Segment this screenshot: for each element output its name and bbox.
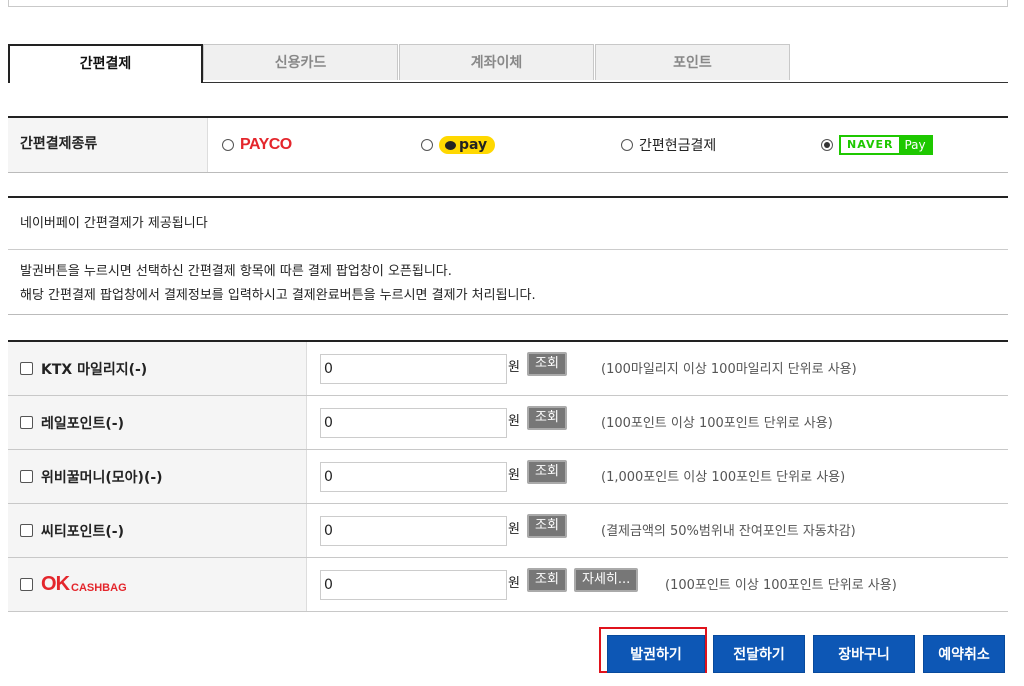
payment-tabs: 간편결제 신용카드 계좌이체 포인트 — [8, 44, 1008, 83]
citi-point-label-cell: 씨티포인트(-) — [8, 504, 307, 557]
wibee-money-query-button[interactable]: 조회 — [527, 460, 567, 484]
okcashbag-input[interactable] — [320, 570, 507, 600]
payco-logo: PAYCO — [240, 136, 292, 153]
okcashbag-logo-o: O — [41, 573, 57, 595]
notice-instructions: 발권버튼을 누르시면 선택하신 간편결제 항목에 따른 결제 팝업창이 오픈됩니… — [8, 250, 1008, 314]
simple-cash-label: 간편현금결제 — [639, 138, 717, 154]
won-unit: 원 — [508, 414, 520, 429]
kakaopay-radio[interactable] — [421, 139, 433, 151]
notice-line-2: 해당 간편결제 팝업창에서 결제정보를 입력하시고 결제완료버튼을 누르시면 결… — [20, 288, 536, 303]
citi-point-checkbox[interactable] — [20, 524, 33, 537]
ktx-mileage-note: (100마일리지 이상 100마일리지 단위로 사용) — [601, 362, 857, 377]
tab-points[interactable]: 포인트 — [595, 44, 790, 80]
ktx-mileage-input[interactable] — [320, 354, 507, 384]
cancel-reservation-button[interactable]: 예약취소 — [923, 635, 1005, 673]
rail-point-note: (100포인트 이상 100포인트 단위로 사용) — [601, 416, 833, 431]
payment-notice: 네이버페이 간편결제가 제공됩니다 발권버튼을 누르시면 선택하신 간편결제 항… — [8, 196, 1008, 315]
option-simple-cash[interactable]: 간편현금결제 — [621, 134, 716, 156]
won-unit: 원 — [508, 522, 520, 537]
speech-bubble-icon — [445, 140, 456, 150]
payco-radio[interactable] — [222, 139, 234, 151]
points-row-rail-point: 레일포인트(-) 원 조회 (100포인트 이상 100포인트 단위로 사용) — [8, 396, 1008, 450]
okcashbag-label-cell: O K CASHBAG — [8, 558, 307, 611]
points-row-wibee-money: 위비꿀머니(모아)(-) 원 조회 (1,000포인트 이상 100포인트 단위… — [8, 450, 1008, 504]
won-unit: 원 — [508, 360, 520, 375]
tab-account-transfer[interactable]: 계좌이체 — [399, 44, 594, 80]
option-kakaopay[interactable]: pay — [421, 134, 496, 156]
ktx-mileage-label: KTX 마일리지(-) — [41, 361, 148, 378]
simple-cash-radio[interactable] — [621, 139, 633, 151]
wibee-money-label: 위비꿀머니(모아)(-) — [41, 469, 163, 486]
ktx-mileage-label-cell: KTX 마일리지(-) — [8, 342, 307, 395]
rail-point-checkbox[interactable] — [20, 416, 33, 429]
won-unit: 원 — [508, 576, 520, 591]
okcashbag-note: (100포인트 이상 100포인트 단위로 사용) — [665, 578, 897, 593]
okcashbag-logo: O K CASHBAG — [41, 573, 127, 596]
naverpay-logo: NAVER Pay — [839, 135, 933, 155]
wibee-money-note: (1,000포인트 이상 100포인트 단위로 사용) — [601, 470, 846, 485]
naverpay-radio[interactable] — [821, 139, 833, 151]
issue-ticket-button[interactable]: 발권하기 — [607, 635, 705, 673]
okcashbag-checkbox[interactable] — [20, 578, 33, 591]
won-unit: 원 — [508, 468, 520, 483]
points-row-okcashbag: O K CASHBAG 원 조회 자세히... (100포인트 이상 100포인… — [8, 558, 1008, 612]
naverpay-logo-naver: NAVER — [841, 137, 900, 153]
rail-point-input[interactable] — [320, 408, 507, 438]
tab-credit-card[interactable]: 신용카드 — [203, 44, 398, 80]
cart-button[interactable]: 장바구니 — [813, 635, 915, 673]
wibee-money-label-cell: 위비꿀머니(모아)(-) — [8, 450, 307, 503]
notice-line-1: 발권버튼을 누르시면 선택하신 간편결제 항목에 따른 결제 팝업창이 오픈됩니… — [20, 264, 452, 279]
wibee-money-checkbox[interactable] — [20, 470, 33, 483]
notice-naverpay: 네이버페이 간편결제가 제공됩니다 — [8, 198, 1008, 250]
points-row-citi-point: 씨티포인트(-) 원 조회 (결제금액의 50%범위내 잔여포인트 자동차감) — [8, 504, 1008, 558]
citi-point-label: 씨티포인트(-) — [41, 523, 125, 540]
ktx-mileage-checkbox[interactable] — [20, 362, 33, 375]
okcashbag-logo-text: CASHBAG — [71, 582, 127, 594]
okcashbag-detail-button[interactable]: 자세히... — [574, 568, 639, 592]
citi-point-note: (결제금액의 50%범위내 잔여포인트 자동차감) — [601, 524, 856, 539]
option-payco[interactable]: PAYCO — [222, 134, 292, 156]
okcashbag-logo-k: K — [55, 573, 71, 595]
rail-point-query-button[interactable]: 조회 — [527, 406, 567, 430]
citi-point-input[interactable] — [320, 516, 507, 546]
kakaopay-logo: pay — [439, 136, 496, 154]
send-button[interactable]: 전달하기 — [713, 635, 805, 673]
top-panel — [8, 0, 1008, 7]
rail-point-label: 레일포인트(-) — [41, 415, 125, 432]
option-naverpay[interactable]: NAVER Pay — [821, 134, 933, 156]
rail-point-label-cell: 레일포인트(-) — [8, 396, 307, 449]
kakaopay-text: pay — [459, 137, 488, 153]
citi-point-query-button[interactable]: 조회 — [527, 514, 567, 538]
tab-simple-pay[interactable]: 간편결제 — [8, 44, 203, 83]
simple-pay-type-row: 간편결제종류 PAYCO pay 간편현금결제 NAVER Pay — [8, 116, 1008, 173]
simple-pay-type-label: 간편결제종류 — [8, 118, 208, 172]
naverpay-logo-pay: Pay — [899, 137, 931, 153]
points-row-ktx-mileage: KTX 마일리지(-) 원 조회 (100마일리지 이상 100마일리지 단위로… — [8, 342, 1008, 396]
okcashbag-query-button[interactable]: 조회 — [527, 568, 567, 592]
points-table: KTX 마일리지(-) 원 조회 (100마일리지 이상 100마일리지 단위로… — [8, 340, 1008, 612]
wibee-money-input[interactable] — [320, 462, 507, 492]
ktx-mileage-query-button[interactable]: 조회 — [527, 352, 567, 376]
